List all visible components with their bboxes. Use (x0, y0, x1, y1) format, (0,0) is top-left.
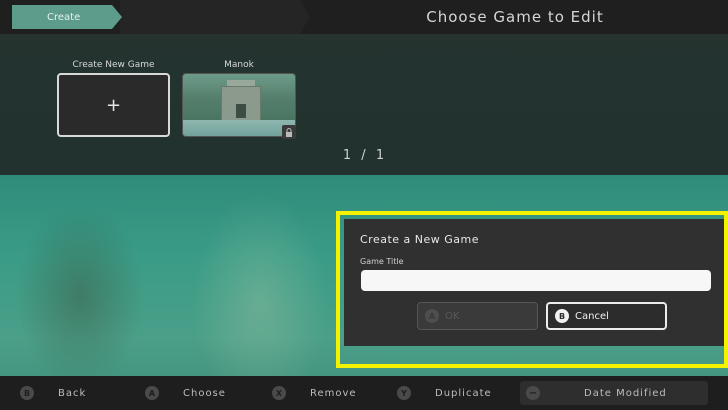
hint-choose[interactable]: A Choose (145, 384, 257, 402)
hint-back[interactable]: B Back (20, 384, 132, 402)
lock-icon (282, 125, 296, 139)
hint-remove-label: Remove (310, 387, 357, 399)
page-title: Choose Game to Edit (426, 8, 604, 26)
hint-duplicate[interactable]: Y Duplicate (397, 384, 509, 402)
game-title-input[interactable] (361, 270, 711, 291)
a-button-icon: A (145, 386, 159, 400)
game-card-label: Manok (224, 60, 254, 70)
y-button-icon: Y (397, 386, 411, 400)
tab-create-label: Create (47, 11, 81, 23)
header-bar: Create Choose Game to Edit (0, 0, 728, 34)
ok-button[interactable]: A OK (417, 302, 538, 330)
tab-create[interactable]: Create (12, 5, 122, 29)
create-new-game-label: Create New Game (72, 60, 155, 70)
ok-button-label: OK (445, 310, 460, 322)
page-indicator: 1 / 1 (342, 148, 388, 163)
cancel-button-label: Cancel (575, 310, 609, 322)
sort-selector[interactable]: − Date Modified (520, 381, 708, 405)
plus-icon: + (105, 94, 122, 116)
a-button-icon: A (425, 309, 439, 323)
x-button-icon: X (272, 386, 286, 400)
sort-label: Date Modified (584, 387, 667, 399)
minus-button-icon: − (526, 386, 540, 400)
cancel-button[interactable]: B Cancel (546, 302, 667, 330)
game-card-manok[interactable] (182, 73, 296, 137)
header-arrow-decoration (120, 0, 310, 34)
game-title-label: Game Title (360, 257, 404, 266)
thumbnail-water (183, 120, 295, 136)
hint-back-label: Back (58, 387, 87, 399)
create-new-game-card[interactable]: + (57, 73, 170, 137)
dialog-title: Create a New Game (360, 233, 480, 246)
hint-choose-label: Choose (183, 387, 226, 399)
create-game-dialog: Create a New Game Game Title A OK B Canc… (344, 219, 724, 346)
b-button-icon: B (555, 309, 569, 323)
bottom-hint-bar: B Back A Choose X Remove Y Duplicate − D… (0, 376, 728, 410)
hint-remove[interactable]: X Remove (272, 384, 384, 402)
b-button-icon: B (20, 386, 34, 400)
thumbnail-temple-door (236, 104, 246, 118)
hint-duplicate-label: Duplicate (435, 387, 492, 399)
